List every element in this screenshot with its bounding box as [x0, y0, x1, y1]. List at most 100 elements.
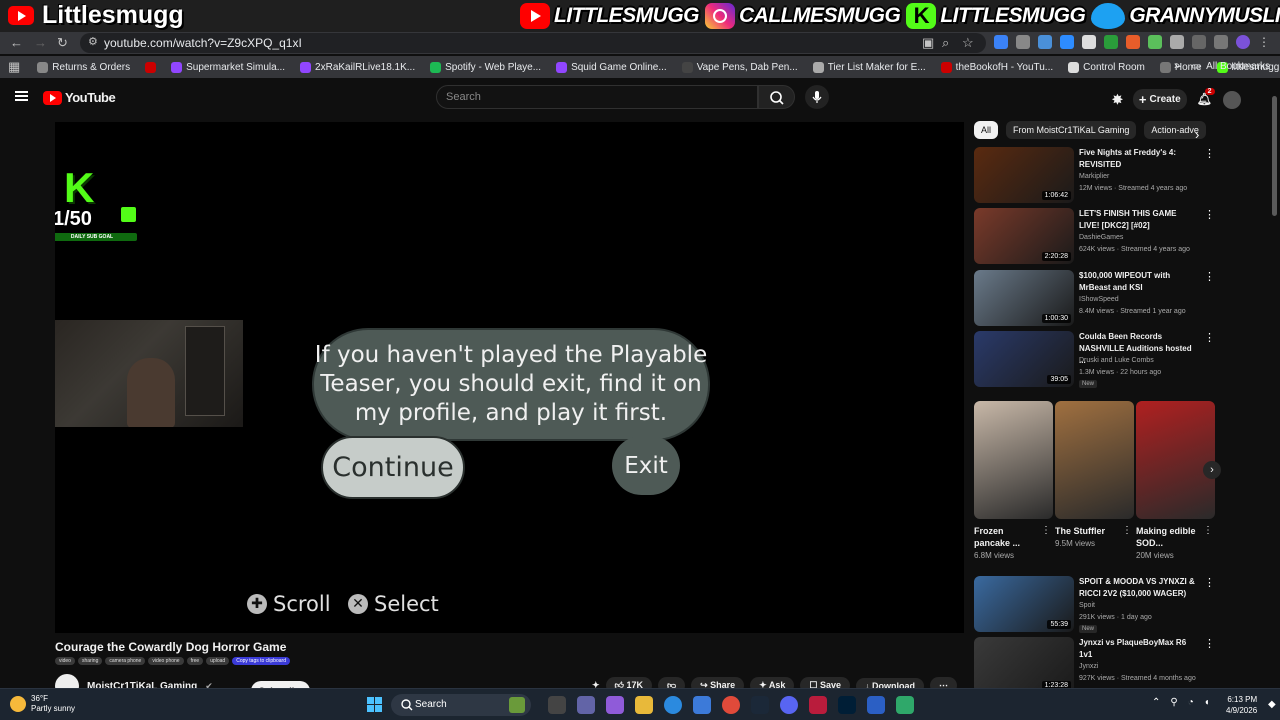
recommended-channel[interactable]: Markiplier [1079, 171, 1209, 183]
more-options-icon[interactable]: ⋮ [1204, 270, 1215, 283]
cast-icon[interactable]: ✸ [1112, 92, 1123, 108]
extension-icon[interactable] [1126, 35, 1140, 49]
recommended-title[interactable]: Jynxzi vs PlaqueBoyMax R6 1v1 [1079, 637, 1199, 661]
volume-icon[interactable]: ◖ [1204, 697, 1210, 708]
site-info-icon[interactable]: ⚙ [88, 35, 98, 48]
microphone-icon[interactable]: ⚲ [1170, 697, 1177, 708]
extension-icon[interactable] [1060, 35, 1074, 49]
video-thumbnail[interactable]: 1:23:28 [974, 637, 1074, 693]
short-item[interactable]: Frozen pancake ... 6.8M views ⋮ [974, 401, 1053, 560]
chevron-right-icon[interactable]: › [1195, 127, 1199, 142]
short-title[interactable]: Making edible SOD... [1136, 525, 1200, 549]
video-thumbnail[interactable]: 1:00:30 [974, 270, 1074, 326]
chrome-icon[interactable] [722, 696, 740, 714]
short-title[interactable]: Frozen pancake ... [974, 525, 1038, 549]
puzzle-icon[interactable] [1170, 35, 1184, 49]
bookmark-item[interactable]: Squid Game Online... [556, 61, 667, 73]
recommended-title[interactable]: LET'S FINISH THIS GAME LIVE! [DKC2] [#02… [1079, 208, 1199, 232]
all-bookmarks[interactable]: ▭ All Bookmarks [1192, 61, 1270, 72]
recommended-title[interactable]: Five Nights at Freddy's 4: REVISITED [1079, 147, 1199, 171]
shorts-next-button[interactable]: › [1203, 461, 1221, 479]
taskbar-search[interactable]: Search [391, 694, 531, 716]
recommended-channel[interactable]: IShowSpeed [1079, 294, 1209, 306]
bookmark-item[interactable]: theBookofH - YouTu... [940, 61, 1053, 73]
task-view-icon[interactable] [548, 696, 566, 714]
wifi-icon[interactable]: ◔ [1188, 697, 1194, 708]
youtube-logo[interactable]: YouTube [43, 90, 116, 105]
weather-widget[interactable]: 36°F Partly sunny [10, 694, 75, 714]
create-button[interactable]: + Create [1132, 89, 1187, 110]
extension-icon[interactable] [1016, 35, 1030, 49]
more-options-icon[interactable]: ⋮ [1204, 208, 1215, 221]
notification-center-icon[interactable]: ◆ [1268, 699, 1276, 710]
notepad-icon[interactable] [867, 696, 885, 714]
video-tag[interactable]: camera phone [105, 657, 146, 665]
video-thumbnail[interactable]: 2:20:28 [974, 208, 1074, 264]
media-icon[interactable] [1214, 35, 1228, 49]
app-icon[interactable] [809, 696, 827, 714]
start-button[interactable] [367, 697, 382, 712]
short-item[interactable]: Making edible SOD... 20M views ⋮ [1136, 401, 1215, 560]
bookmark-item[interactable]: Control Room [1068, 61, 1145, 73]
extension-icon[interactable] [994, 35, 1008, 49]
cast-icon[interactable]: ▣ [922, 35, 934, 51]
recommended-title[interactable]: $100,000 WIPEOUT with MrBeast and KSI [1079, 270, 1199, 294]
extension-icon[interactable] [1148, 35, 1162, 49]
back-icon[interactable]: ← [10, 35, 23, 50]
bookmark-item[interactable]: Spotify - Web Playe... [430, 61, 541, 73]
bookmark-item[interactable] [145, 61, 157, 73]
page-scrollbar[interactable] [1272, 96, 1277, 216]
short-thumbnail[interactable] [1136, 401, 1215, 519]
search-input[interactable] [446, 89, 746, 105]
video-tag[interactable]: video phone [148, 657, 184, 665]
video-tag[interactable]: free [186, 657, 204, 665]
recommended-channel[interactable]: Jynxzi [1079, 661, 1209, 673]
search-button[interactable] [758, 85, 795, 109]
video-tag[interactable]: video [55, 657, 75, 665]
hamburger-menu-icon[interactable] [15, 91, 28, 101]
bookmark-item[interactable]: Tier List Maker for E... [812, 61, 926, 73]
star-icon[interactable]: ☆ [962, 35, 974, 51]
teams-icon[interactable] [577, 696, 595, 714]
video-thumbnail[interactable]: 55:39 [974, 576, 1074, 632]
extension-icon[interactable] [1082, 35, 1096, 49]
steam-icon[interactable] [751, 696, 769, 714]
video-player[interactable]: K 1/50 DAILY SUB GOAL If you haven't pla… [55, 122, 964, 633]
extension-icon[interactable] [1104, 35, 1118, 49]
more-options-icon[interactable]: ⋮ [1204, 331, 1215, 344]
recommended-video[interactable]: 1:06:42 Five Nights at Freddy's 4: REVISI… [974, 147, 1215, 203]
video-thumbnail[interactable]: 1:06:42 [974, 147, 1074, 203]
short-title[interactable]: The Stuffler [1055, 525, 1119, 537]
filter-chip[interactable]: All [974, 121, 999, 139]
profile-avatar[interactable] [1236, 35, 1250, 49]
recommended-channel[interactable]: Spoit [1079, 600, 1209, 612]
url-text[interactable]: youtube.com/watch?v=Z9cXPQ_q1xI [104, 36, 302, 50]
short-thumbnail[interactable] [1055, 401, 1134, 519]
recommended-video[interactable]: 1:23:28 Jynxzi vs PlaqueBoyMax R6 1v1 Jynx… [974, 637, 1215, 693]
copy-tags-button[interactable]: Copy tags to clipboard [232, 657, 290, 665]
more-options-icon[interactable]: ⋮ [1204, 147, 1215, 160]
account-avatar[interactable] [1222, 90, 1241, 109]
extension-icon[interactable] [1038, 35, 1052, 49]
apps-grid-icon[interactable]: ▦ [8, 59, 20, 75]
bookmarks-overflow-icon[interactable]: » [1174, 60, 1180, 72]
recommended-video[interactable]: 39:05 Coulda Been Records NASHVILLE Audit… [974, 331, 1215, 388]
store-icon[interactable] [693, 696, 711, 714]
recommended-channel[interactable]: Druski and Luke Combs [1079, 355, 1209, 367]
recommended-title[interactable]: SPOIT & MOODA VS JYNXZI & RICCI 2V2 ($10… [1079, 576, 1199, 600]
menu-icon[interactable]: ⋮ [1258, 35, 1272, 49]
bookmark-item[interactable]: 2xRaKailRLive18.1K... [300, 61, 415, 73]
zoom-icon[interactable]: ⌕ [942, 35, 949, 51]
reload-icon[interactable]: ↻ [57, 35, 68, 51]
more-options-icon[interactable]: ⋮ [1204, 576, 1215, 589]
clock[interactable]: 6:13 PM 4/9/2026 [1226, 694, 1257, 716]
obs-icon[interactable] [896, 696, 914, 714]
more-options-icon[interactable]: ⋮ [1122, 525, 1132, 536]
copilot-icon[interactable] [606, 696, 624, 714]
more-options-icon[interactable]: ⋮ [1204, 637, 1215, 650]
short-thumbnail[interactable] [974, 401, 1053, 519]
forward-icon[interactable]: → [34, 35, 47, 50]
bookmark-item[interactable]: Supermarket Simula... [171, 61, 285, 73]
sidepanel-icon[interactable] [1192, 35, 1206, 49]
recommended-video[interactable]: 2:20:28 LET'S FINISH THIS GAME LIVE! [DKC… [974, 208, 1215, 264]
